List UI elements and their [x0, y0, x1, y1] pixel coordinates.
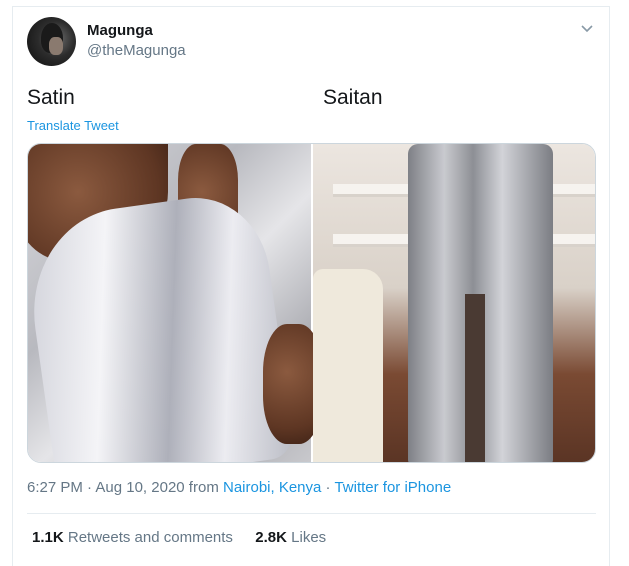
likes-stat[interactable]: 2.8K Likes	[255, 529, 326, 546]
tweet-time[interactable]: 6:27 PM	[27, 479, 83, 496]
chevron-down-icon[interactable]	[580, 24, 594, 34]
divider	[27, 513, 596, 514]
retweets-count: 1.1K	[32, 529, 64, 546]
translate-tweet-link[interactable]: Translate Tweet	[27, 118, 119, 133]
photo-detail	[313, 269, 383, 462]
display-name[interactable]: Magunga	[87, 22, 153, 39]
separator: ·	[82, 479, 96, 496]
photo-detail	[465, 294, 485, 462]
avatar-face	[49, 37, 63, 55]
photo-detail	[333, 234, 413, 247]
photo-detail	[333, 184, 413, 197]
tweet-text-satin: Satin	[27, 86, 75, 109]
likes-count: 2.8K	[255, 529, 287, 546]
tweet-text-saitan: Saitan	[323, 86, 383, 109]
retweets-label: Retweets and comments	[67, 529, 233, 546]
retweets-stat[interactable]: 1.1K Retweets and comments	[32, 529, 233, 546]
tweet-metadata: 6:27 PM · Aug 10, 2020 from Nairobi, Ken…	[27, 479, 451, 496]
separator: ·	[321, 479, 335, 496]
from-label: from	[184, 479, 223, 496]
client-link[interactable]: Twitter for iPhone	[334, 479, 451, 496]
photo-saitan-dress[interactable]	[313, 144, 595, 462]
likes-label: Likes	[291, 529, 327, 546]
tweet-stats: 1.1K Retweets and comments 2.8K Likes	[32, 529, 326, 546]
tweet-media[interactable]	[27, 143, 596, 463]
user-handle[interactable]: @theMagunga	[87, 42, 186, 59]
tweet-date[interactable]: Aug 10, 2020	[95, 479, 184, 496]
avatar[interactable]	[27, 17, 76, 66]
photo-satin-dress[interactable]	[28, 144, 323, 462]
location-link[interactable]: Nairobi, Kenya	[223, 479, 321, 496]
